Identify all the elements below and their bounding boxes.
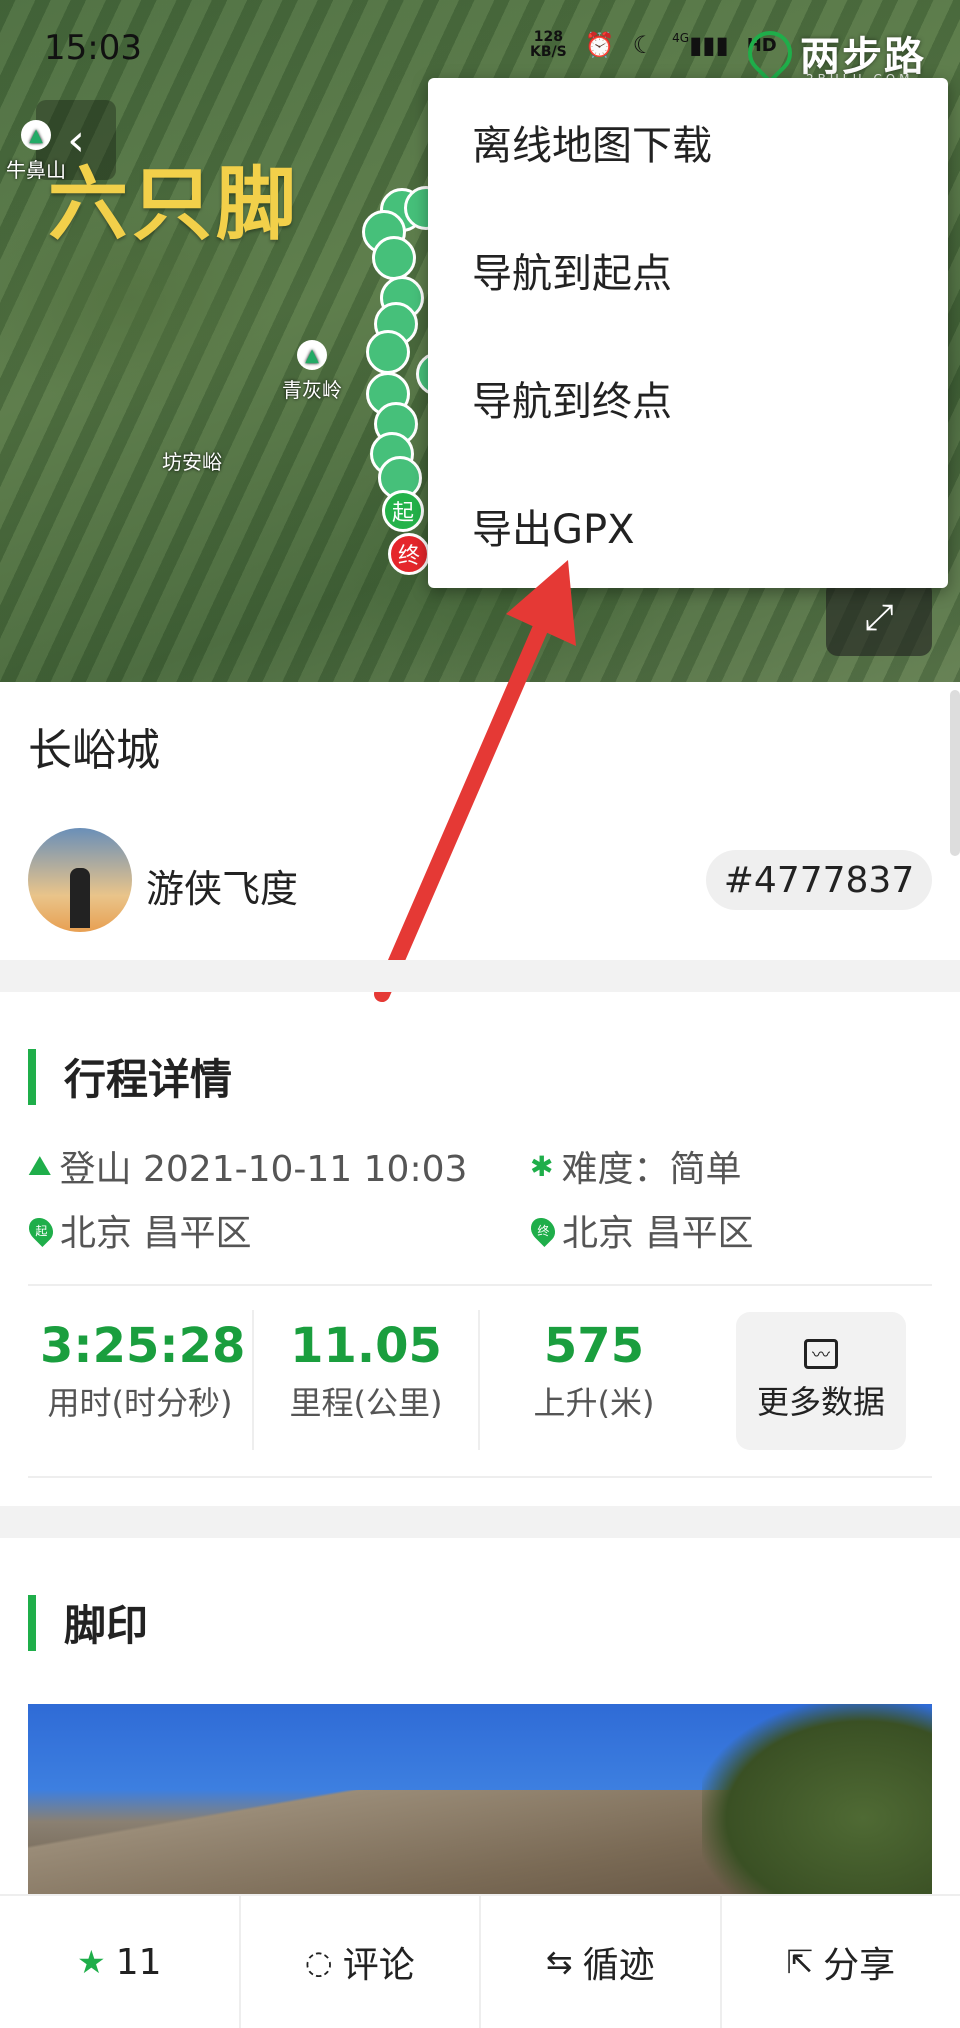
brand-pin-icon xyxy=(739,22,801,84)
track-photo-marker[interactable] xyxy=(366,330,410,374)
end-pin-label: 终 xyxy=(537,1222,549,1239)
more-data-button[interactable]: 〰 更多数据 xyxy=(736,1312,906,1450)
trip-title: 长峪城 xyxy=(28,714,160,778)
netspeed-unit: KB/S xyxy=(530,45,567,60)
stat-separator xyxy=(252,1310,254,1450)
comment-button[interactable]: ◌ 评论 xyxy=(241,1896,482,2028)
mountain-icon: ▲ xyxy=(297,340,327,370)
expand-icon: ⤢ xyxy=(865,597,894,639)
star-icon: ★ xyxy=(77,1943,106,1981)
section-accent-bar xyxy=(28,1595,36,1651)
start-place-text: 北京 昌平区 xyxy=(60,1204,251,1256)
menu-item-navigate-end[interactable]: 导航到终点 xyxy=(428,334,948,462)
status-icons: 128 KB/S ⏰ ☾ 4G▮▮▮ HD xyxy=(530,30,777,60)
signal-label: 4G xyxy=(672,31,689,45)
chart-icon: 〰 xyxy=(804,1339,838,1369)
end-marker[interactable]: 终 xyxy=(388,533,430,575)
bottom-action-bar: ★ 11 ◌ 评论 ⇆ 循迹 ⇱ 分享 xyxy=(0,1894,960,2028)
overflow-menu: 离线地图下载 导航到起点 导航到终点 导出GPX xyxy=(428,78,948,588)
stat-separator xyxy=(478,1310,480,1450)
map-place[interactable]: 坊安峪 xyxy=(162,446,222,475)
activity-row: ⛰ 登山 2021-10-11 10:03 xyxy=(28,1140,467,1192)
map-place[interactable]: ▲ 牛鼻山 xyxy=(6,120,66,183)
start-place-row: 起 北京 昌平区 xyxy=(30,1204,251,1256)
signal-icon: 4G▮▮▮ xyxy=(672,31,729,59)
stat-value: 575 xyxy=(494,1318,694,1374)
section-title: 行程详情 xyxy=(64,1046,232,1107)
share-icon: ⇱ xyxy=(786,1943,813,1981)
section-accent-bar xyxy=(28,1049,36,1105)
start-pin-icon: 起 xyxy=(24,1213,58,1247)
menu-item-offline-map[interactable]: 离线地图下载 xyxy=(428,78,948,206)
end-place-text: 北京 昌平区 xyxy=(562,1204,753,1256)
activity-text: 登山 2021-10-11 10:03 xyxy=(60,1140,468,1192)
map-place[interactable]: ▲ 青灰岭 xyxy=(282,340,342,403)
comment-label: 评论 xyxy=(343,1936,415,1988)
avatar[interactable] xyxy=(28,828,132,932)
comment-icon: ◌ xyxy=(305,1943,333,1981)
start-pin-label: 起 xyxy=(35,1222,47,1239)
swap-icon: ⇆ xyxy=(546,1943,573,1981)
stat-label: 用时(时分秒) xyxy=(40,1378,240,1424)
difficulty-row: ✱ 难度：简单 xyxy=(530,1140,741,1192)
divider xyxy=(28,1476,932,1478)
section-gap xyxy=(0,960,960,992)
alarm-icon: ⏰ xyxy=(585,31,615,59)
stat-value: 11.05 xyxy=(266,1318,466,1374)
username[interactable]: 游侠飞度 xyxy=(146,858,298,913)
difficulty-text: 难度：简单 xyxy=(561,1140,741,1192)
netspeed-value: 128 xyxy=(534,30,563,45)
track-photo-marker[interactable] xyxy=(372,236,416,280)
mountain-icon: ▲ xyxy=(21,120,51,150)
divider xyxy=(28,1284,932,1286)
end-pin-icon: 终 xyxy=(526,1213,560,1247)
end-place-row: 终 北京 昌平区 xyxy=(532,1204,753,1256)
start-marker[interactable]: 起 xyxy=(382,490,424,532)
follow-track-button[interactable]: ⇆ 循迹 xyxy=(481,1896,722,2028)
stat-distance: 11.05 里程(公里) xyxy=(266,1318,466,1424)
follow-track-label: 循迹 xyxy=(583,1936,655,1988)
fullscreen-button[interactable]: ⤢ xyxy=(826,580,932,656)
mountain-icon: ⛰ xyxy=(28,1149,52,1183)
scrollbar[interactable] xyxy=(950,690,960,856)
share-label: 分享 xyxy=(823,1936,895,1988)
stat-duration: 3:25:28 用时(时分秒) xyxy=(40,1318,240,1424)
like-count: 11 xyxy=(116,1942,162,1983)
netspeed-indicator: 128 KB/S xyxy=(530,30,567,60)
stat-value: 3:25:28 xyxy=(40,1318,240,1374)
menu-item-navigate-start[interactable]: 导航到起点 xyxy=(428,206,948,334)
stat-label: 里程(公里) xyxy=(266,1378,466,1424)
share-button[interactable]: ⇱ 分享 xyxy=(722,1896,960,2028)
brand-logo: 两步路 2BULU.COM xyxy=(748,24,926,82)
footprint-photo[interactable] xyxy=(28,1704,932,1894)
like-button[interactable]: ★ 11 xyxy=(0,1896,241,2028)
section-header-footprint: 脚印 xyxy=(28,1592,148,1653)
status-time: 15:03 xyxy=(44,28,142,68)
place-name: 牛鼻山 xyxy=(6,154,66,183)
map-watermark: 六只脚 xyxy=(48,140,300,256)
place-name: 青灰岭 xyxy=(282,374,342,403)
stat-label: 上升(米) xyxy=(494,1378,694,1424)
more-data-label: 更多数据 xyxy=(757,1377,885,1423)
section-title: 脚印 xyxy=(64,1592,148,1653)
menu-item-export-gpx[interactable]: 导出GPX xyxy=(428,462,948,590)
difficulty-icon: ✱ xyxy=(530,1150,553,1183)
section-gap xyxy=(0,1506,960,1538)
trip-id-badge: #4777837 xyxy=(706,850,932,910)
dnd-icon: ☾ xyxy=(633,31,655,59)
section-header-details: 行程详情 xyxy=(28,1046,232,1107)
place-name: 坊安峪 xyxy=(162,446,222,475)
stat-ascent: 575 上升(米) xyxy=(494,1318,694,1424)
